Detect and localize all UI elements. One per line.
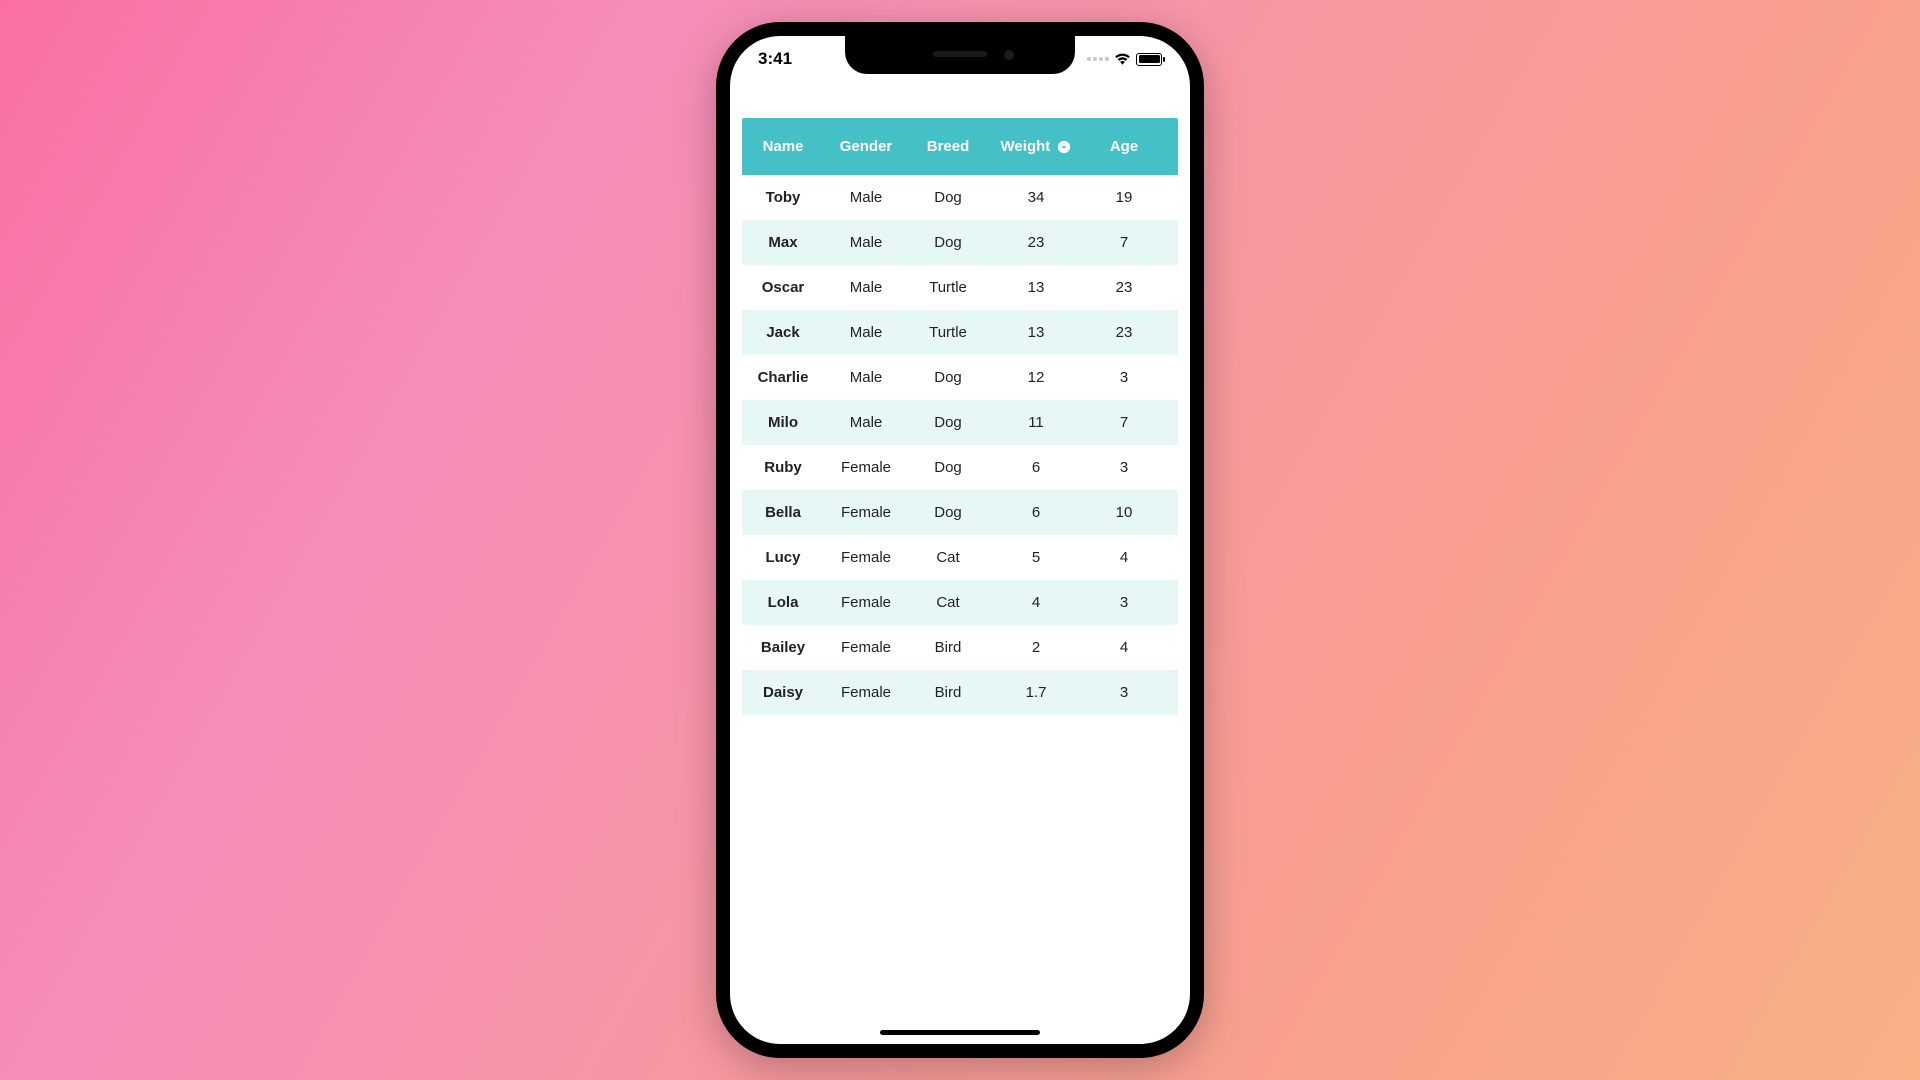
cell-name: Toby — [742, 189, 824, 206]
phone-frame: 3:41 Name Gender Breed — [716, 22, 1204, 1058]
table-row[interactable]: LucyFemaleCat54 — [742, 535, 1178, 580]
cell-gender: Female — [824, 594, 908, 611]
table-row[interactable]: MaxMaleDog237 — [742, 220, 1178, 265]
cell-age: 7 — [1084, 414, 1164, 431]
cell-name: Charlie — [742, 369, 824, 386]
cell-gender: Male — [824, 279, 908, 296]
cell-weight: 13 — [988, 279, 1084, 296]
cell-name: Oscar — [742, 279, 824, 296]
cell-age: 3 — [1084, 594, 1164, 611]
cell-weight: 13 — [988, 324, 1084, 341]
phone-screen: 3:41 Name Gender Breed — [730, 36, 1190, 1044]
data-table: Name Gender Breed Weight Age TobyMaleDog… — [742, 118, 1178, 715]
cell-weight: 4 — [988, 594, 1084, 611]
header-breed[interactable]: Breed — [908, 138, 988, 155]
cell-gender: Female — [824, 639, 908, 656]
table-row[interactable]: RubyFemaleDog63 — [742, 445, 1178, 490]
table-row[interactable]: TobyMaleDog3419 — [742, 175, 1178, 220]
front-camera — [1004, 50, 1014, 60]
table-row[interactable]: LolaFemaleCat43 — [742, 580, 1178, 625]
cell-weight: 23 — [988, 234, 1084, 251]
cell-weight: 2 — [988, 639, 1084, 656]
cell-breed: Bird — [908, 684, 988, 701]
cell-weight: 6 — [988, 504, 1084, 521]
cell-gender: Male — [824, 324, 908, 341]
cell-weight: 12 — [988, 369, 1084, 386]
cell-weight: 11 — [988, 414, 1084, 431]
sort-desc-icon — [1057, 140, 1071, 154]
status-time: 3:41 — [758, 49, 792, 69]
cell-weight: 6 — [988, 459, 1084, 476]
header-name[interactable]: Name — [742, 138, 824, 155]
cell-breed: Cat — [908, 594, 988, 611]
header-gender[interactable]: Gender — [824, 138, 908, 155]
cell-gender: Male — [824, 234, 908, 251]
cell-name: Bella — [742, 504, 824, 521]
cell-age: 7 — [1084, 234, 1164, 251]
cell-age: 4 — [1084, 639, 1164, 656]
cell-breed: Bird — [908, 639, 988, 656]
cell-gender: Male — [824, 369, 908, 386]
cell-age: 3 — [1084, 369, 1164, 386]
cell-name: Jack — [742, 324, 824, 341]
table-row[interactable]: DaisyFemaleBird1.73 — [742, 670, 1178, 715]
cell-weight: 34 — [988, 189, 1084, 206]
cell-age: 3 — [1084, 684, 1164, 701]
cell-breed: Dog — [908, 459, 988, 476]
cell-age: 3 — [1084, 459, 1164, 476]
cell-gender: Male — [824, 189, 908, 206]
cell-breed: Dog — [908, 189, 988, 206]
table-row[interactable]: MiloMaleDog117 — [742, 400, 1178, 445]
cell-age: 4 — [1084, 549, 1164, 566]
cell-breed: Dog — [908, 504, 988, 521]
speaker-slit — [933, 51, 987, 57]
table-row[interactable]: BaileyFemaleBird24 — [742, 625, 1178, 670]
phone-notch — [845, 36, 1075, 74]
wifi-icon — [1114, 53, 1131, 66]
cell-name: Max — [742, 234, 824, 251]
cell-gender: Female — [824, 549, 908, 566]
cell-gender: Male — [824, 414, 908, 431]
cell-age: 23 — [1084, 324, 1164, 341]
battery-fill — [1139, 55, 1160, 63]
table-row[interactable]: CharlieMaleDog123 — [742, 355, 1178, 400]
cell-name: Ruby — [742, 459, 824, 476]
battery-icon — [1136, 53, 1162, 66]
header-age[interactable]: Age — [1084, 138, 1164, 155]
header-weight[interactable]: Weight — [988, 138, 1084, 155]
cell-name: Daisy — [742, 684, 824, 701]
status-right — [1087, 53, 1162, 66]
cell-breed: Dog — [908, 234, 988, 251]
cell-gender: Female — [824, 504, 908, 521]
table-row[interactable]: BellaFemaleDog610 — [742, 490, 1178, 535]
cell-gender: Female — [824, 684, 908, 701]
cell-weight: 1.7 — [988, 684, 1084, 701]
table-body: TobyMaleDog3419MaxMaleDog237OscarMaleTur… — [742, 175, 1178, 715]
cell-name: Milo — [742, 414, 824, 431]
cell-age: 23 — [1084, 279, 1164, 296]
cell-breed: Dog — [908, 414, 988, 431]
signal-dots-icon — [1087, 57, 1109, 61]
table-row[interactable]: OscarMaleTurtle1323 — [742, 265, 1178, 310]
home-indicator[interactable] — [880, 1030, 1040, 1035]
cell-age: 19 — [1084, 189, 1164, 206]
cell-gender: Female — [824, 459, 908, 476]
cell-name: Lucy — [742, 549, 824, 566]
cell-breed: Turtle — [908, 279, 988, 296]
content-area: Name Gender Breed Weight Age TobyMaleDog… — [730, 82, 1190, 715]
cell-weight: 5 — [988, 549, 1084, 566]
cell-breed: Turtle — [908, 324, 988, 341]
header-weight-label: Weight — [1001, 138, 1051, 155]
cell-breed: Cat — [908, 549, 988, 566]
cell-name: Lola — [742, 594, 824, 611]
cell-age: 10 — [1084, 504, 1164, 521]
cell-breed: Dog — [908, 369, 988, 386]
table-row[interactable]: JackMaleTurtle1323 — [742, 310, 1178, 355]
cell-name: Bailey — [742, 639, 824, 656]
table-header: Name Gender Breed Weight Age — [742, 118, 1178, 175]
